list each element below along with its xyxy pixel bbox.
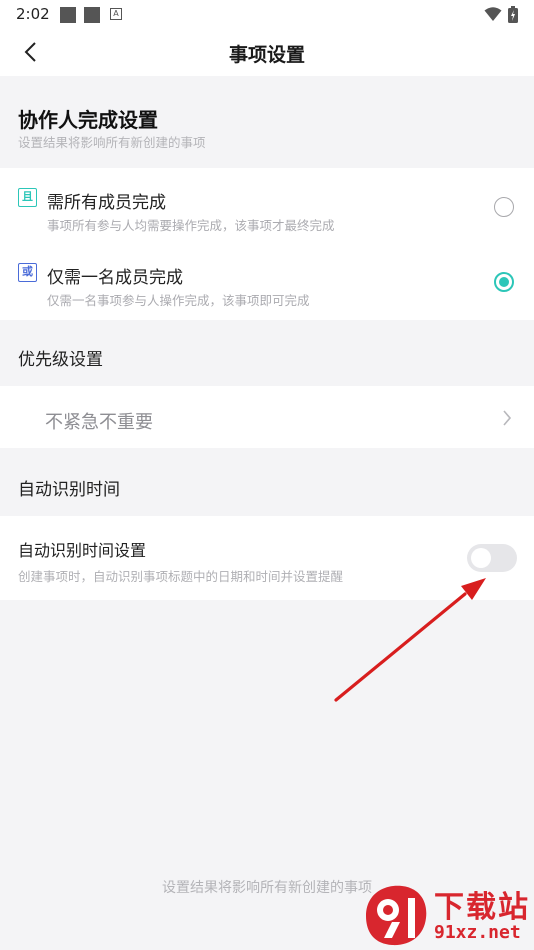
option-title: 仅需一名成员完成: [47, 268, 183, 288]
option-title: 需所有成员完成: [47, 193, 166, 213]
auto-time-section-label: 自动识别时间: [18, 480, 120, 500]
option-description: 仅需一名事项参与人操作完成，该事项即可完成: [47, 293, 310, 308]
auto-time-setting-title: 自动识别时间设置: [18, 541, 147, 560]
a-icon: A: [110, 8, 122, 20]
collaborator-section-subtitle: 设置结果将影响所有新创建的事项: [18, 135, 206, 150]
priority-section-label: 优先级设置: [18, 350, 103, 370]
radio-all-members[interactable]: [494, 197, 514, 217]
collaborator-section-title: 协作人完成设置: [18, 108, 158, 132]
watermark: 下载站 91xz.net: [362, 882, 532, 948]
status-bar: 2:02 A: [0, 0, 534, 28]
wifi-icon: [484, 7, 502, 21]
watermark-url: 91xz.net: [434, 922, 521, 943]
and-badge-icon: 且: [18, 188, 37, 207]
page-title: 事项设置: [228, 44, 305, 66]
radio-one-member[interactable]: [494, 272, 514, 292]
chevron-right-icon: [503, 410, 512, 426]
toggle-knob: [471, 548, 491, 568]
auto-time-setting-desc: 创建事项时，自动识别事项标题中的日期和时间并设置提醒: [18, 569, 344, 584]
watermark-text: 下载站: [434, 890, 530, 925]
notification-square-icon: [60, 7, 76, 23]
battery-icon: [508, 6, 518, 23]
priority-value: 不紧急不重要: [45, 412, 153, 433]
watermark-logo-icon: [366, 885, 427, 946]
notification-square-icon: [84, 7, 100, 23]
or-badge-icon: 或: [18, 263, 37, 282]
nav-bar: 事项设置: [0, 28, 534, 76]
status-time: 2:02: [16, 5, 50, 23]
auto-time-toggle[interactable]: [467, 544, 517, 572]
option-description: 事项所有参与人均需要操作完成，该事项才最终完成: [47, 218, 335, 233]
annotation-arrow-icon: [334, 578, 486, 702]
